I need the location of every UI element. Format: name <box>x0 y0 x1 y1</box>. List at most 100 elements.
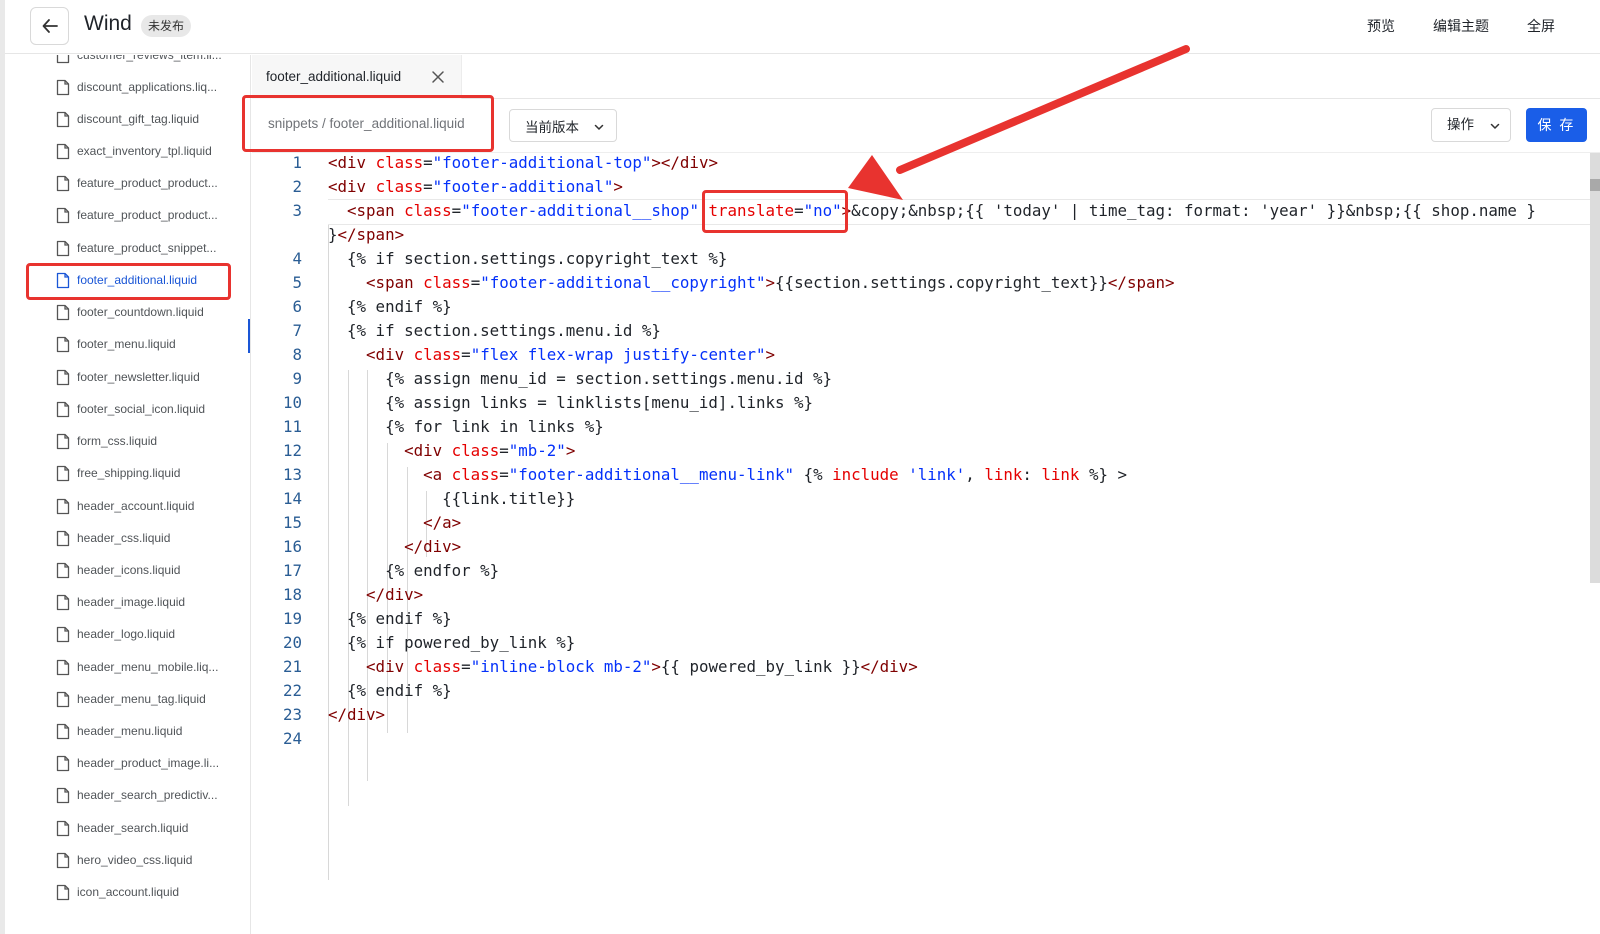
code-line: </a> <box>423 513 462 532</box>
sidebar-file-item[interactable]: header_css.liquid <box>5 522 250 554</box>
sidebar-file-item[interactable]: footer_countdown.liquid <box>5 296 250 328</box>
tab-footer-additional[interactable]: footer_additional.liquid <box>252 55 462 99</box>
operations-label: 操作 <box>1447 117 1474 132</box>
sidebar-file-item[interactable]: discount_gift_tag.liquid <box>5 103 250 135</box>
line-number: 5 <box>292 273 302 292</box>
sidebar-file-item[interactable]: exact_inventory_tpl.liquid <box>5 135 250 167</box>
line-number: 6 <box>292 297 302 316</box>
line-number: 12 <box>282 441 302 460</box>
sidebar-file-item[interactable]: customer_reviews_item.li... <box>5 55 250 71</box>
vertical-scrollbar[interactable] <box>1590 153 1600 583</box>
line-number: 14 <box>282 489 302 508</box>
file-icon <box>56 787 70 804</box>
sidebar-file-label: icon_account.liquid <box>77 885 180 899</box>
file-icon <box>56 272 70 289</box>
sidebar-file-item[interactable]: header_product_image.li... <box>5 747 250 779</box>
sidebar-file-item[interactable]: form_css.liquid <box>5 425 250 457</box>
editor-toolbar: snippets / footer_additional.liquid 当前版本… <box>252 99 1600 153</box>
sidebar-file-item[interactable]: footer_newsletter.liquid <box>5 361 250 393</box>
edit-theme-button[interactable]: 编辑主题 <box>1433 16 1489 36</box>
file-icon <box>56 594 70 611</box>
sidebar-file-label: exact_inventory_tpl.liquid <box>77 144 212 158</box>
version-select[interactable]: 当前版本 <box>509 109 617 142</box>
file-icon <box>56 336 70 353</box>
top-bar: Wind 未发布 预览 编辑主题 全屏 <box>5 0 1600 54</box>
file-icon <box>56 659 70 676</box>
file-breadcrumb: snippets / footer_additional.liquid <box>268 116 465 131</box>
sidebar-file-item[interactable]: header_icons.liquid <box>5 554 250 586</box>
sidebar-file-item[interactable]: footer_additional.liquid <box>5 264 250 296</box>
code-editor[interactable]: 1 2 3 4 5 6 7 8 9 10 11 12 13 14 15 16 17 18 19 20 21 22 23 24 … <box>252 153 1600 934</box>
file-icon <box>56 143 70 160</box>
line-number: 1 <box>292 153 302 172</box>
file-icon <box>56 884 70 901</box>
code-line: {% endif %} <box>328 681 452 700</box>
sidebar-file-item[interactable]: header_image.liquid <box>5 586 250 618</box>
code-line: {% assign links = linklists[menu_id].lin… <box>328 393 814 412</box>
sidebar-file-item[interactable]: footer_social_icon.liquid <box>5 393 250 425</box>
sidebar-file-label: feature_product_product... <box>77 176 218 190</box>
back-button[interactable] <box>30 7 69 45</box>
sidebar-file-item[interactable]: header_account.liquid <box>5 490 250 522</box>
sidebar-file-label: header_css.liquid <box>77 531 171 545</box>
sidebar-file-item[interactable]: header_menu_mobile.liq... <box>5 651 250 683</box>
file-icon <box>56 465 70 482</box>
scrollbar-thumb[interactable] <box>1590 179 1600 191</box>
line-number: 2 <box>292 177 302 196</box>
sidebar-file-item[interactable]: feature_product_product... <box>5 167 250 199</box>
sidebar-file-item[interactable]: feature_product_product... <box>5 199 250 231</box>
operations-select[interactable]: 操作 <box>1431 108 1511 142</box>
line-number: 17 <box>282 561 302 580</box>
sidebar-file-label: header_icons.liquid <box>77 563 181 577</box>
sidebar-file-label: footer_additional.liquid <box>77 273 198 287</box>
preview-button[interactable]: 预览 <box>1367 16 1395 36</box>
line-number: 21 <box>282 657 302 676</box>
sidebar-file-label: header_menu_tag.liquid <box>77 692 206 706</box>
sidebar-file-item[interactable]: free_shipping.liquid <box>5 457 250 489</box>
file-icon <box>56 626 70 643</box>
line-number: 16 <box>282 537 302 556</box>
line-number: 18 <box>282 585 302 604</box>
code-line: <a class="footer-additional__menu-link" … <box>423 465 1127 484</box>
sidebar-file-label: header_search.liquid <box>77 821 189 835</box>
sidebar-file-item[interactable]: hero_video_css.liquid <box>5 844 250 876</box>
file-icon <box>56 852 70 869</box>
file-icon <box>56 369 70 386</box>
line-number: 24 <box>282 729 302 748</box>
editor-screen: Wind 未发布 预览 编辑主题 全屏 customer_reviews_ite… <box>0 0 1600 934</box>
line-number: 7 <box>292 321 302 340</box>
tab-label: footer_additional.liquid <box>266 69 402 84</box>
sidebar-file-item[interactable]: footer_menu.liquid <box>5 328 250 360</box>
file-icon <box>56 401 70 418</box>
file-icon <box>56 530 70 547</box>
sidebar-file-item[interactable]: feature_product_snippet... <box>5 232 250 264</box>
code-line: {% if section.settings.menu.id %} <box>328 321 661 340</box>
save-button[interactable]: 保 存 <box>1526 108 1587 142</box>
sidebar-file-label: form_css.liquid <box>77 434 158 448</box>
sidebar-file-item[interactable]: icon_account.liquid <box>5 876 250 908</box>
code-line: <span class="footer-additional__shop" tr… <box>347 201 1536 220</box>
sidebar-file-item[interactable]: header_menu.liquid <box>5 715 250 747</box>
sidebar-file-label: footer_social_icon.liquid <box>77 402 206 416</box>
code-line: </div> <box>404 537 462 556</box>
code-line: }</span> <box>328 225 405 244</box>
line-number: 3 <box>292 201 302 220</box>
line-number: 22 <box>282 681 302 700</box>
sidebar-file-item[interactable]: discount_applications.liq... <box>5 71 250 103</box>
code-line: <div class="footer-additional"> <box>328 177 623 196</box>
code-line: <div class="inline-block mb-2">{{ powere… <box>366 657 918 676</box>
sidebar-file-item[interactable]: header_menu_tag.liquid <box>5 683 250 715</box>
line-number: 9 <box>292 369 302 388</box>
close-icon[interactable] <box>430 69 446 85</box>
sidebar-file-item[interactable]: header_search.liquid <box>5 812 250 844</box>
sidebar-file-label: footer_countdown.liquid <box>77 305 204 319</box>
file-icon <box>56 691 70 708</box>
sidebar-file-label: footer_newsletter.liquid <box>77 370 200 384</box>
fullscreen-button[interactable]: 全屏 <box>1527 16 1555 36</box>
sidebar-file-item[interactable]: header_logo.liquid <box>5 618 250 650</box>
line-number: 15 <box>282 513 302 532</box>
sidebar-file-item[interactable]: header_search_predictiv... <box>5 779 250 811</box>
code-line: <div class="footer-additional-top"></div… <box>328 153 718 172</box>
code-line: <div class="flex flex-wrap justify-cente… <box>366 345 776 364</box>
sidebar-file-label: footer_menu.liquid <box>77 337 176 351</box>
